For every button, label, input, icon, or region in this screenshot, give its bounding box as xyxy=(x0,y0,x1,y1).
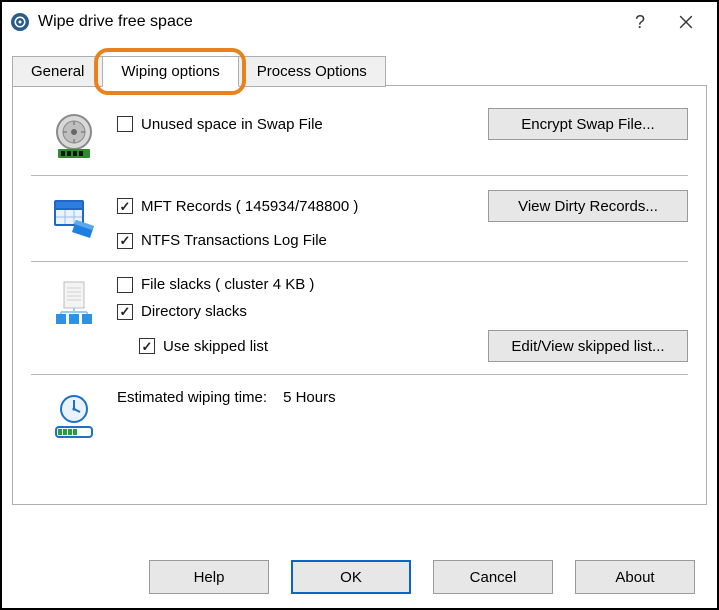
tab-general[interactable]: General xyxy=(12,56,103,87)
checkbox-box xyxy=(117,304,133,320)
dialog-window: Wipe drive free space ? General Wiping o… xyxy=(0,0,719,610)
about-button[interactable]: About xyxy=(575,560,695,594)
help-button[interactable]: ? xyxy=(617,7,663,37)
cancel-button[interactable]: Cancel xyxy=(433,560,553,594)
clock-progress-icon xyxy=(50,393,98,444)
section-slacks: File slacks ( cluster 4 KB ) Directory s… xyxy=(31,261,688,374)
checkbox-box xyxy=(117,233,133,249)
checkbox-unused-swap[interactable]: Unused space in Swap File xyxy=(117,116,323,133)
estimate-label: Estimated wiping time: xyxy=(117,389,267,406)
tab-panel-wiping: Unused space in Swap File Encrypt Swap F… xyxy=(12,85,707,505)
checkbox-box xyxy=(117,198,133,214)
section-estimate: Estimated wiping time: 5 Hours xyxy=(31,374,688,456)
checkbox-label: Unused space in Swap File xyxy=(141,116,323,133)
checkbox-ntfs-log[interactable]: NTFS Transactions Log File xyxy=(117,232,327,249)
checkbox-label: Use skipped list xyxy=(163,338,268,355)
checkbox-box xyxy=(117,277,133,293)
vault-icon xyxy=(50,112,98,163)
tabstrip: General Wiping options Process Options xyxy=(12,48,707,86)
tab-wiping-options[interactable]: Wiping options xyxy=(102,56,238,87)
dialog-footer: Help OK Cancel About xyxy=(2,546,717,608)
checkbox-directory-slacks[interactable]: Directory slacks xyxy=(117,303,247,320)
edit-skipped-list-button[interactable]: Edit/View skipped list... xyxy=(488,330,688,362)
view-dirty-records-button[interactable]: View Dirty Records... xyxy=(488,190,688,222)
help-button-footer[interactable]: Help xyxy=(149,560,269,594)
close-button[interactable] xyxy=(663,7,709,37)
estimate-value: 5 Hours xyxy=(283,389,336,406)
window-title: Wipe drive free space xyxy=(38,13,617,31)
titlebar: Wipe drive free space ? xyxy=(2,2,717,42)
app-icon xyxy=(10,12,30,32)
file-slacks-icon xyxy=(50,280,98,331)
checkbox-label: Directory slacks xyxy=(141,303,247,320)
checkbox-box xyxy=(139,338,155,354)
records-icon xyxy=(50,194,98,245)
checkbox-use-skipped-list[interactable]: Use skipped list xyxy=(139,338,268,355)
checkbox-mft-records[interactable]: MFT Records ( 145934/748800 ) xyxy=(117,198,358,215)
checkbox-label: NTFS Transactions Log File xyxy=(141,232,327,249)
checkbox-box xyxy=(117,116,133,132)
tab-process-options[interactable]: Process Options xyxy=(238,56,386,87)
ok-button[interactable]: OK xyxy=(291,560,411,594)
checkbox-file-slacks[interactable]: File slacks ( cluster 4 KB ) xyxy=(117,276,314,293)
section-mft: MFT Records ( 145934/748800 ) View Dirty… xyxy=(31,175,688,261)
checkbox-label: File slacks ( cluster 4 KB ) xyxy=(141,276,314,293)
encrypt-swap-button[interactable]: Encrypt Swap File... xyxy=(488,108,688,140)
checkbox-label: MFT Records ( 145934/748800 ) xyxy=(141,198,358,215)
section-swap: Unused space in Swap File Encrypt Swap F… xyxy=(31,100,688,175)
content-area: General Wiping options Process Options xyxy=(2,42,717,546)
